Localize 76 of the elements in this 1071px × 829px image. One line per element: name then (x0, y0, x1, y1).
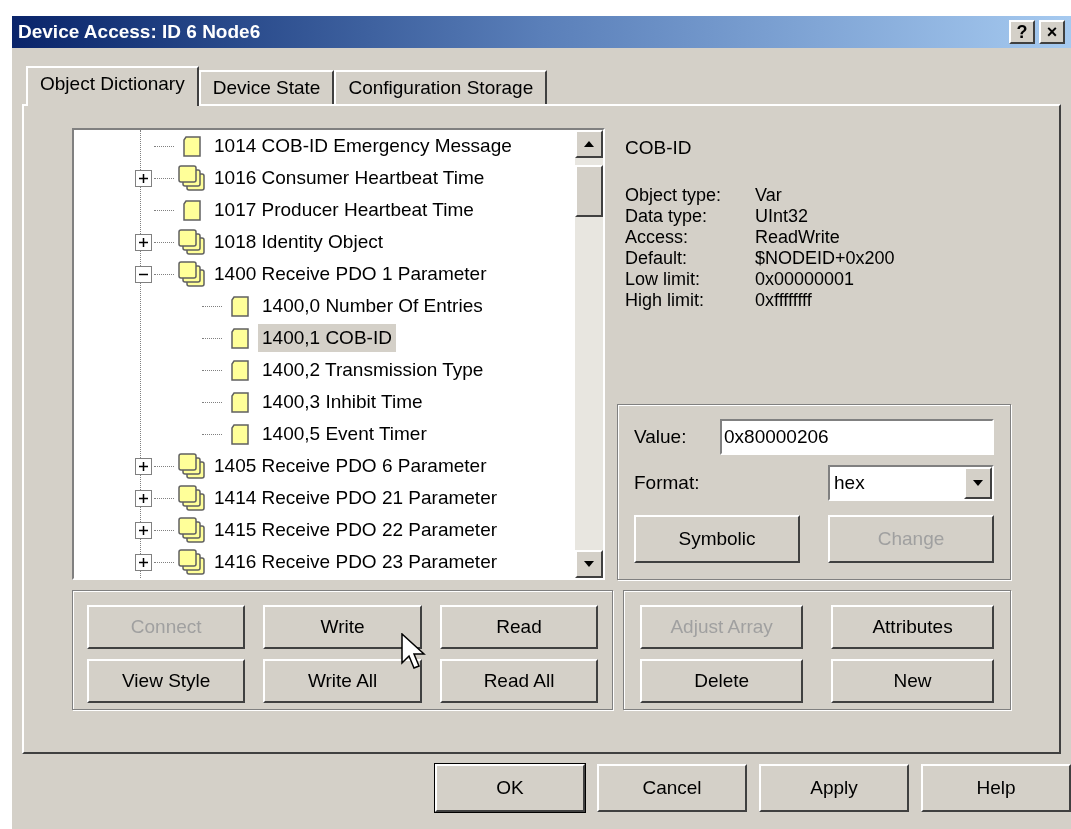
tree-item[interactable]: 1415 Receive PDO 22 Parameter (210, 515, 502, 545)
property-label: Access: (625, 226, 690, 248)
expand-icon[interactable] (134, 169, 152, 187)
folder-icon (229, 294, 251, 318)
property-label: Low limit: (625, 268, 701, 290)
action-button[interactable]: Write All (263, 659, 422, 703)
tab[interactable]: Object Dictionary (26, 66, 199, 106)
tree-item[interactable]: 1400,3 Inhibit Time (258, 387, 427, 417)
property-label: Data type: (625, 205, 709, 227)
stacked-folders-icon (177, 484, 207, 512)
property-value: 0xffffffff (755, 289, 813, 311)
tree-item[interactable]: 1014 COB-ID Emergency Message (210, 131, 516, 161)
value-field[interactable]: 0x80000206 (720, 419, 994, 455)
format-dropdown[interactable]: hex (828, 465, 994, 501)
expand-icon[interactable] (134, 521, 152, 539)
tree-item[interactable]: 1400,5 Event Timer (258, 419, 431, 449)
folder-icon (229, 326, 251, 350)
scroll-down-icon[interactable] (584, 561, 594, 567)
collapse-icon[interactable] (134, 265, 152, 283)
folder-icon (181, 198, 203, 222)
stacked-folders-icon (177, 228, 207, 256)
dropdown-arrow-icon (973, 480, 983, 486)
scroll-thumb[interactable] (575, 165, 603, 217)
expand-icon[interactable] (134, 457, 152, 475)
tree-item[interactable]: 1414 Receive PDO 21 Parameter (210, 483, 502, 513)
symbolic-button[interactable]: Symbolic (634, 515, 800, 563)
property-label: Default: (625, 247, 689, 269)
tree-item[interactable]: 1400,1 COB-ID (258, 323, 396, 353)
action-button[interactable]: Write (263, 605, 422, 649)
action-button[interactable]: Read (439, 605, 599, 649)
value-label: Value: (634, 424, 688, 449)
tree-item[interactable]: 1016 Consumer Heartbeat Time (210, 163, 489, 193)
tree-item[interactable]: 1405 Receive PDO 6 Parameter (210, 451, 491, 481)
scroll-up-icon[interactable] (584, 141, 594, 147)
window-title: Device Access: ID 6 Node6 (18, 19, 261, 44)
action-button[interactable]: View Style (87, 659, 246, 703)
dialog-button[interactable]: Apply (759, 764, 909, 812)
stacked-folders-icon (177, 548, 207, 576)
dialog-button[interactable]: Help (921, 764, 1071, 812)
property-value: Var (755, 184, 783, 206)
property-value: 0x00000001 (755, 268, 856, 290)
stacked-folders-icon (177, 164, 207, 192)
stacked-folders-icon (177, 452, 207, 480)
folder-icon (229, 358, 251, 382)
entry-button[interactable]: New (831, 659, 994, 703)
tree-item[interactable]: 1017 Producer Heartbeat Time (210, 195, 478, 225)
property-value: ReadWrite (755, 226, 841, 248)
property-value: UInt32 (755, 205, 810, 227)
folder-icon (229, 390, 251, 414)
tree-item[interactable]: 1400,2 Transmission Type (258, 355, 488, 385)
entry-button[interactable]: Delete (640, 659, 804, 703)
dialog-button[interactable]: OK (435, 764, 585, 812)
tab[interactable]: Configuration Storage (334, 70, 548, 104)
stacked-folders-icon (177, 260, 207, 288)
scrollbar[interactable] (575, 130, 603, 578)
close-button[interactable]: × (1039, 20, 1065, 44)
expand-icon[interactable] (134, 233, 152, 251)
object-name: COB-ID (625, 136, 693, 160)
help-button[interactable]: ? (1009, 20, 1035, 44)
stacked-folders-icon (177, 516, 207, 544)
folder-icon (181, 134, 203, 158)
expand-icon[interactable] (134, 553, 152, 571)
property-value: $NODEID+0x200 (755, 247, 896, 269)
tree-item[interactable]: 1018 Identity Object (210, 227, 387, 257)
tree-item[interactable]: 1416 Receive PDO 23 Parameter (210, 547, 502, 577)
dialog-button[interactable]: Cancel (597, 764, 747, 812)
tab[interactable]: Device State (198, 70, 335, 104)
property-label: Object type: (625, 184, 723, 206)
format-label: Format: (634, 470, 700, 495)
action-button[interactable]: Read All (439, 659, 599, 703)
folder-icon (229, 422, 251, 446)
entry-button[interactable]: Attributes (831, 605, 994, 649)
expand-icon[interactable] (134, 489, 152, 507)
tree-item[interactable]: 1400,0 Number Of Entries (258, 291, 487, 321)
tree-item[interactable]: 1400 Receive PDO 1 Parameter (210, 259, 491, 289)
property-label: High limit: (625, 289, 705, 311)
